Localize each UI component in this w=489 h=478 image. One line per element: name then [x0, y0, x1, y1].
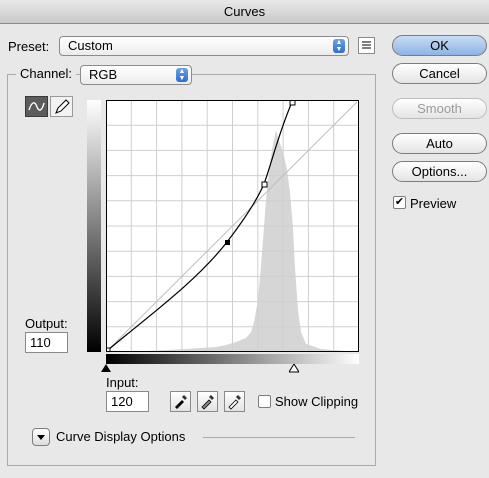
auto-button[interactable]: Auto: [392, 133, 487, 154]
popup-arrows-icon: ▲ ▼: [176, 68, 188, 82]
curve-point-tool-icon[interactable]: [25, 96, 48, 117]
smooth-button[interactable]: Smooth: [392, 98, 487, 119]
options-button[interactable]: Options...: [392, 161, 487, 182]
channel-label: Channel:: [16, 65, 77, 83]
output-label: Output:: [25, 316, 68, 331]
show-clipping-checkbox[interactable]: [258, 395, 271, 408]
preset-select[interactable]: Custom ▲ ▼: [59, 36, 349, 56]
channel-select[interactable]: RGB ▲ ▼: [80, 65, 192, 85]
preview-checkbox[interactable]: ✔: [393, 196, 406, 209]
gray-eyedropper-icon[interactable]: [197, 391, 218, 412]
window-title: Curves: [0, 0, 489, 24]
input-gradient-bar: [106, 354, 359, 364]
black-eyedropper-icon[interactable]: [170, 391, 191, 412]
curve-point-selected[interactable]: [225, 240, 230, 245]
popup-arrows-icon: ▲ ▼: [333, 39, 345, 53]
divider: [203, 437, 355, 438]
input-label: Input:: [106, 375, 139, 390]
disclosure-triangle-icon[interactable]: [32, 428, 50, 446]
preset-options-icon[interactable]: [358, 37, 375, 54]
white-eyedropper-icon[interactable]: [224, 391, 245, 412]
channel-value: RGB: [89, 67, 118, 82]
pencil-icon[interactable]: [50, 96, 73, 117]
curve-display-options-label: Curve Display Options: [56, 429, 186, 444]
input-field[interactable]: 120: [106, 391, 149, 412]
black-point-slider[interactable]: [101, 364, 111, 373]
cancel-button[interactable]: Cancel: [392, 63, 487, 84]
output-field[interactable]: 110: [25, 332, 68, 353]
preset-label: Preset:: [8, 39, 50, 54]
ok-button[interactable]: OK: [392, 35, 487, 56]
show-clipping-label: Show Clipping: [275, 394, 359, 409]
curve-graph[interactable]: [106, 100, 359, 352]
preset-value: Custom: [68, 38, 113, 53]
white-point-slider[interactable]: [289, 364, 299, 373]
preview-label: Preview: [410, 196, 457, 211]
curve-point[interactable]: [261, 181, 268, 188]
output-gradient-bar: [87, 100, 101, 352]
